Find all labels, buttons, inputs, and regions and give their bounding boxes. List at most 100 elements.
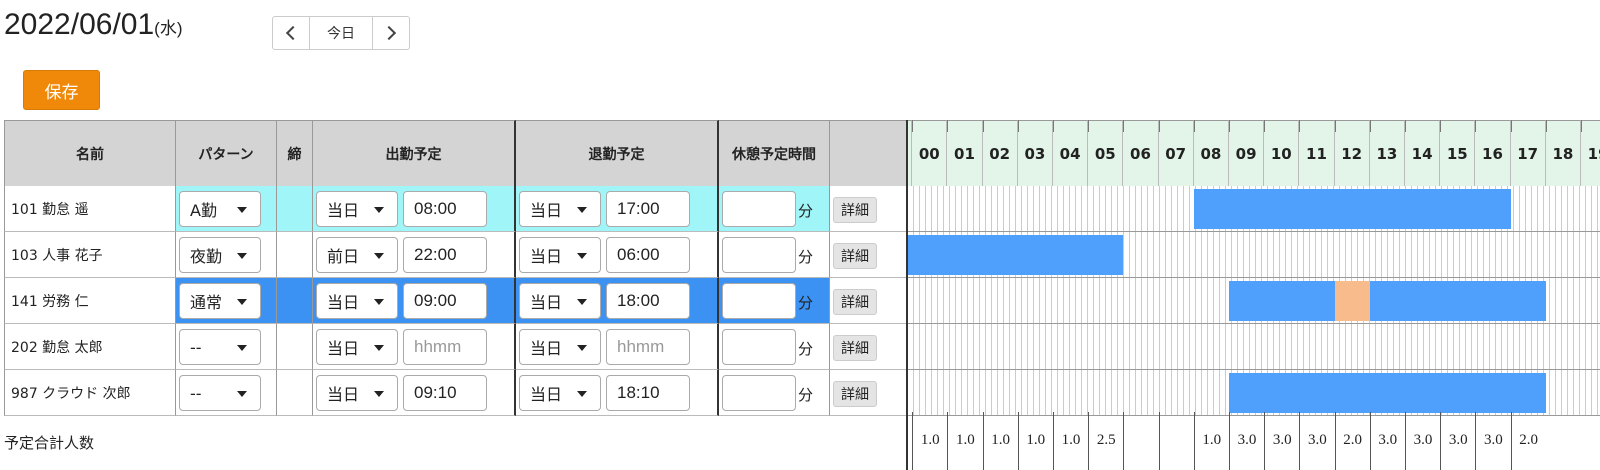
break-minutes-input[interactable] [722,375,796,411]
column-closed: 締 [277,120,313,186]
shift-bar[interactable] [1193,189,1511,229]
dropdown-arrow-icon [374,207,384,213]
start-day-value: 当日 [327,293,360,312]
total-separator [1334,412,1336,470]
end-cell: 当日 hhmm [516,324,719,370]
pattern-value: 通常 [190,293,223,312]
break-minutes-input[interactable] [722,191,796,227]
hour-tick [1229,120,1230,132]
shift-bar[interactable] [1229,373,1546,413]
hour-header: 19 [1581,120,1600,186]
hour-header: 09 [1229,120,1265,186]
pattern-select[interactable]: A勤 [179,191,261,227]
end-day-select[interactable]: 当日 [519,329,601,365]
column-detail [830,120,910,186]
start-cell: 当日 08:00 [313,186,516,232]
end-time-input[interactable]: 18:00 [606,283,690,319]
end-time-input[interactable]: hhmm [606,329,690,365]
end-day-select[interactable]: 当日 [519,237,601,273]
start-cell: 当日 09:00 [313,278,516,324]
today-button[interactable]: 今日 [309,17,373,49]
pattern-cell: 通常 [176,278,277,324]
end-time-input[interactable]: 18:10 [606,375,690,411]
start-day-select[interactable]: 当日 [316,329,398,365]
detail-button[interactable]: 詳細 [833,381,877,407]
hour-tick [1510,120,1512,132]
shift-bar[interactable] [908,235,1124,275]
start-time-input[interactable]: 22:00 [403,237,487,273]
total-separator [1088,412,1090,470]
dropdown-arrow-icon [237,207,247,213]
detail-button[interactable]: 詳細 [833,335,877,361]
detail-button[interactable]: 詳細 [833,197,877,223]
prev-day-button[interactable] [273,17,309,49]
end-day-select[interactable]: 当日 [519,375,601,411]
start-day-value: 当日 [327,339,360,358]
hour-header: 14 [1405,120,1441,186]
start-time-input[interactable]: 08:00 [403,191,487,227]
hour-tick [1088,120,1090,132]
start-day-select[interactable]: 当日 [316,283,398,319]
hour-header: 07 [1158,120,1194,186]
detail-button[interactable]: 詳細 [833,243,877,269]
start-time-input[interactable]: 09:00 [403,283,487,319]
end-day-select[interactable]: 当日 [519,191,601,227]
hour-header: 02 [982,120,1018,186]
break-cell: 分 [719,370,830,416]
hour-total: 3.0 [1448,432,1468,448]
hour-tick [1405,120,1406,132]
start-day-select[interactable]: 前日 [316,237,398,273]
hour-header: 05 [1088,120,1124,186]
totals-label: 予定合計人数 [4,434,95,452]
hour-total: 3.0 [1308,432,1327,448]
closed-cell [277,186,313,232]
pattern-select[interactable]: 通常 [179,283,261,319]
start-cell: 当日 hhmm [313,324,516,370]
start-day-select[interactable]: 当日 [316,191,398,227]
start-day-value: 当日 [327,201,360,220]
detail-button[interactable]: 詳細 [833,289,877,315]
minutes-unit: 分 [798,386,814,404]
hour-total: 3.0 [1378,432,1398,448]
hour-total: 1.0 [1202,432,1222,448]
pattern-cell: -- [176,370,277,416]
end-day-value: 当日 [530,201,563,220]
column-start: 出勤予定 [313,120,516,186]
hour-total: 2.0 [1343,432,1362,448]
end-time-input[interactable]: 06:00 [606,237,690,273]
hour-tick [1264,120,1266,132]
hour-tick [1193,120,1195,132]
total-separator [1299,412,1301,470]
break-minutes-input[interactable] [722,283,796,319]
dropdown-arrow-icon [374,345,384,351]
total-separator [947,412,949,470]
hour-total: 3.0 [1272,432,1292,448]
break-bar[interactable] [1334,281,1370,321]
save-button[interactable]: 保存 [23,70,100,110]
total-separator [912,412,914,470]
hour-total: 1.0 [1061,432,1081,448]
end-time-input[interactable]: 17:00 [606,191,690,227]
pattern-select[interactable]: -- [179,375,261,411]
total-separator [1475,412,1477,470]
hour-total: 2.0 [1519,432,1538,448]
start-time-input[interactable]: hhmm [403,329,487,365]
pattern-select[interactable]: -- [179,329,261,365]
hour-tick [1123,120,1125,132]
start-cell: 当日 09:10 [313,370,516,416]
start-time-input[interactable]: 09:10 [403,375,487,411]
chevron-right-icon [381,25,397,41]
hour-header: 04 [1053,120,1089,186]
hour-tick [1545,120,1547,132]
dropdown-arrow-icon [237,345,247,351]
break-minutes-input[interactable] [722,329,796,365]
hour-tick [1158,120,1160,132]
break-minutes-input[interactable] [722,237,796,273]
pattern-cell: -- [176,324,277,370]
start-day-select[interactable]: 当日 [316,375,398,411]
shift-bar[interactable] [1229,281,1546,321]
dropdown-arrow-icon [374,299,384,305]
pattern-select[interactable]: 夜勤 [179,237,261,273]
end-day-select[interactable]: 当日 [519,283,601,319]
next-day-button[interactable] [373,17,409,49]
